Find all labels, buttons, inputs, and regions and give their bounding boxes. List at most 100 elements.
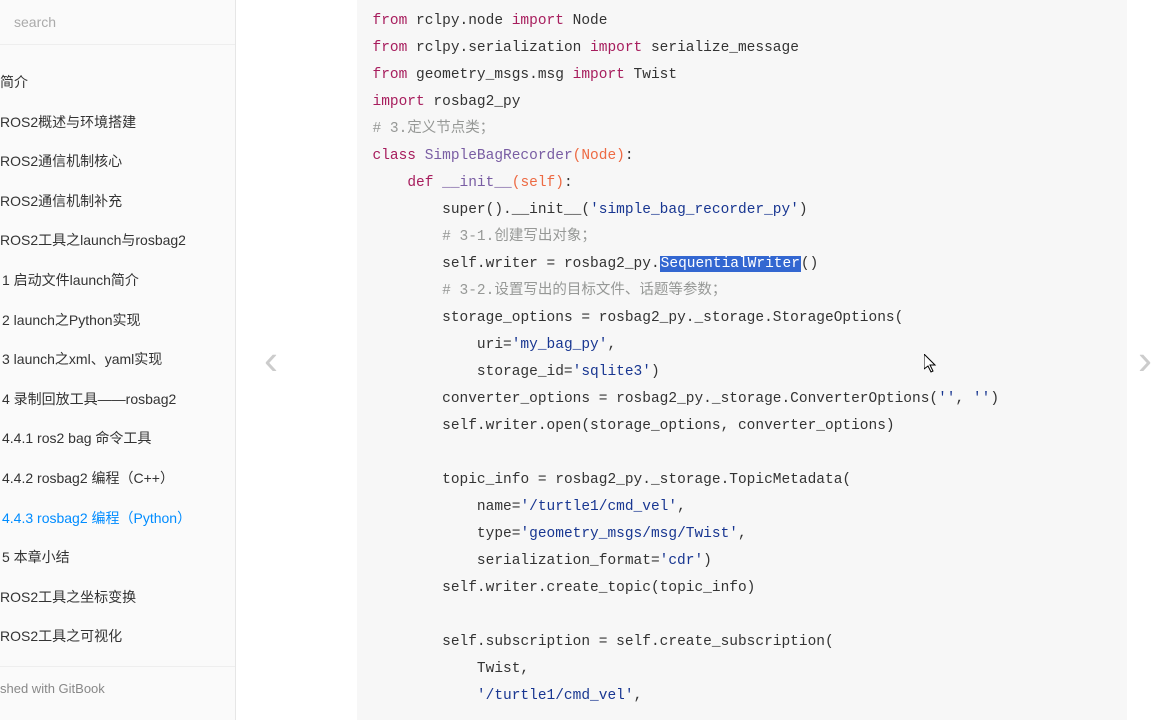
sidebar-item[interactable]: ROS2通信机制核心: [0, 142, 235, 182]
code-text: type=: [477, 526, 521, 542]
code-indent: [373, 661, 477, 677]
code-text: ,: [607, 337, 616, 353]
code-base: Node: [581, 148, 616, 164]
code-text: geometry_msgs.msg: [407, 67, 572, 83]
code-text: ,: [738, 526, 747, 542]
code-indent: [373, 418, 443, 434]
code-comment: # 3-2.设置写出的目标文件、话题等参数；: [442, 283, 726, 299]
code-keyword: class: [373, 148, 417, 164]
code-string: '/turtle1/cmd_vel': [520, 499, 677, 515]
code-string: 'simple_bag_recorder_py': [590, 202, 799, 218]
code-indent: [373, 283, 443, 299]
code-text: ): [651, 364, 660, 380]
code-text: [433, 175, 442, 191]
sidebar-item[interactable]: 4.4.1 ros2 bag 命令工具: [0, 419, 235, 459]
code-string: '/turtle1/cmd_vel': [477, 688, 634, 704]
code-string: 'sqlite3': [573, 364, 651, 380]
code-comment: # 3.定义节点类；: [373, 121, 495, 137]
code-text: name=: [477, 499, 521, 515]
code-keyword: import: [573, 67, 625, 83]
sidebar-item[interactable]: 4.4.2 rosbag2 编程（C++）: [0, 459, 235, 499]
code-string: '': [973, 391, 990, 407]
content: ‹ › from rclpy.node import Node from rcl…: [236, 0, 1152, 720]
footer-credit: shed with GitBook: [0, 666, 235, 720]
code-text: converter_options = rosbag2_py._storage.…: [442, 391, 938, 407]
code-text: ): [799, 202, 808, 218]
code-block[interactable]: from rclpy.node import Node from rclpy.s…: [357, 0, 1127, 720]
sidebar: 简介ROS2概述与环境搭建ROS2通信机制核心ROS2通信机制补充ROS2工具之…: [0, 0, 236, 720]
code-text: rclpy.node: [407, 13, 511, 29]
selected-text: SequentialWriter: [660, 256, 801, 272]
sidebar-item[interactable]: ROS2工具之可视化: [0, 617, 235, 657]
code-self: self: [520, 175, 555, 191]
sidebar-item[interactable]: 1 启动文件launch简介: [0, 261, 235, 301]
sidebar-item[interactable]: 简介: [0, 63, 235, 103]
code-text: self.writer = rosbag2_py.: [442, 256, 660, 272]
sidebar-item[interactable]: 4.4.3 rosbag2 编程（Python）: [0, 499, 235, 539]
code-class: SimpleBagRecorder: [425, 148, 573, 164]
prev-page-button[interactable]: ‹: [254, 326, 288, 394]
code-text: storage_id=: [477, 364, 573, 380]
sidebar-item[interactable]: 4 录制回放工具——rosbag2: [0, 380, 235, 420]
code-indent: [373, 337, 477, 353]
code-keyword: import: [373, 94, 425, 110]
code-text: rclpy.serialization: [407, 40, 590, 56]
code-string: 'geometry_msgs/msg/Twist': [520, 526, 738, 542]
code-indent: [373, 310, 443, 326]
search-box: [0, 0, 235, 45]
code-indent: [373, 580, 443, 596]
code-text: ,: [677, 499, 686, 515]
search-input[interactable]: [10, 8, 225, 36]
code-keyword: def: [407, 175, 433, 191]
code-text: :: [564, 175, 573, 191]
sidebar-item[interactable]: ROS2通信机制补充: [0, 182, 235, 222]
sidebar-item[interactable]: ROS2概述与环境搭建: [0, 103, 235, 143]
code-indent: [373, 526, 477, 542]
code-text: Node: [564, 13, 608, 29]
code-paren: ): [555, 175, 564, 191]
code-text: self.writer.open(storage_options, conver…: [442, 418, 894, 434]
code-text: self.subscription = self.create_subscrip…: [442, 634, 834, 650]
code-text: storage_options = rosbag2_py._storage.St…: [442, 310, 903, 326]
code-text: :: [625, 148, 634, 164]
code-text: serialization_format=: [477, 553, 660, 569]
code-indent: [373, 634, 443, 650]
code-indent: [373, 688, 477, 704]
code-indent: [373, 472, 443, 488]
code-keyword: from: [373, 67, 408, 83]
next-page-button[interactable]: ›: [1128, 326, 1152, 394]
code-text: super().__init__(: [442, 202, 590, 218]
code-keyword: from: [373, 13, 408, 29]
sidebar-item[interactable]: 3 launch之xml、yaml实现: [0, 340, 235, 380]
code-text: Twist,: [477, 661, 529, 677]
code-indent: [373, 256, 443, 272]
code-text: serialize_message: [642, 40, 799, 56]
code-string: 'cdr': [660, 553, 704, 569]
sidebar-item[interactable]: ROS2工具之launch与rosbag2: [0, 221, 235, 261]
code-comment: # 3-1.创建写出对象；: [442, 229, 596, 245]
code-indent: [373, 553, 477, 569]
code-indent: [373, 499, 477, 515]
code-text: ): [990, 391, 999, 407]
code-paren: ): [616, 148, 625, 164]
sidebar-item[interactable]: 5 本章小结: [0, 538, 235, 578]
code-fn: __init__: [442, 175, 512, 191]
code-text: self.writer.create_topic(topic_info): [442, 580, 755, 596]
code-string: 'my_bag_py': [512, 337, 608, 353]
code-text: rosbag2_py: [425, 94, 521, 110]
code-text: ,: [956, 391, 973, 407]
sidebar-item[interactable]: 2 launch之Python实现: [0, 301, 235, 341]
code-indent: [373, 202, 443, 218]
code-indent: [373, 229, 443, 245]
code-string: '': [938, 391, 955, 407]
code-indent: [373, 175, 408, 191]
code-indent: [373, 364, 477, 380]
code-text: Twist: [625, 67, 677, 83]
code-text: (): [801, 256, 818, 272]
sidebar-nav: 简介ROS2概述与环境搭建ROS2通信机制核心ROS2通信机制补充ROS2工具之…: [0, 45, 235, 666]
code-keyword: from: [373, 40, 408, 56]
code-indent: [373, 391, 443, 407]
sidebar-item[interactable]: ROS2工具之坐标变换: [0, 578, 235, 618]
code-text: ,: [634, 688, 643, 704]
code-keyword: import: [590, 40, 642, 56]
